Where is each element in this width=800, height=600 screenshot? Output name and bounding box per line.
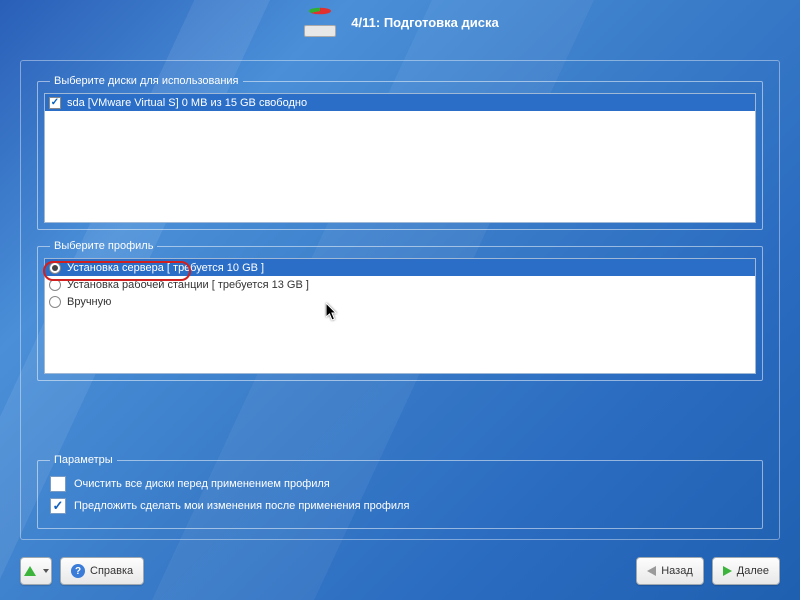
disks-fieldset: Выберите диски для использования sda [VM…: [37, 75, 763, 230]
help-button[interactable]: ? Справка: [60, 557, 144, 585]
next-label: Далее: [737, 565, 769, 577]
wizard-footer: ? Справка Назад Далее: [20, 554, 780, 588]
arrow-left-icon: [647, 566, 656, 576]
profile-row[interactable]: Вручную: [45, 293, 755, 310]
chevron-down-icon: [43, 569, 49, 573]
profile-radio[interactable]: [49, 296, 61, 308]
disk-label: sda [VMware Virtual S] 0 MB из 15 GB сво…: [67, 97, 307, 109]
profile-radio[interactable]: [49, 262, 61, 274]
back-label: Назад: [661, 565, 693, 577]
menu-button[interactable]: [20, 557, 52, 585]
param-label: Очистить все диски перед применением про…: [74, 478, 330, 490]
param-row[interactable]: Очистить все диски перед применением про…: [50, 476, 750, 492]
param-label: Предложить сделать мои изменения после п…: [74, 500, 409, 512]
profile-label: Установка рабочей станции [ требуется 13…: [67, 279, 309, 291]
wizard-header: 4/11: Подготовка диска: [0, 0, 800, 44]
params-fieldset: Параметры Очистить все диски перед приме…: [37, 454, 763, 529]
back-button[interactable]: Назад: [636, 557, 704, 585]
profile-row[interactable]: Установка сервера [ требуется 10 GB ]: [45, 259, 755, 276]
profiles-fieldset: Выберите профиль Установка сервера [ тре…: [37, 240, 763, 381]
profiles-listbox[interactable]: Установка сервера [ требуется 10 GB ] Ус…: [44, 258, 756, 374]
arrow-right-icon: [723, 566, 732, 576]
profile-label: Вручную: [67, 296, 111, 308]
profile-row[interactable]: Установка рабочей станции [ требуется 13…: [45, 276, 755, 293]
page-title: 4/11: Подготовка диска: [351, 15, 498, 30]
disk-pie-icon: [301, 7, 341, 37]
help-label: Справка: [90, 565, 133, 577]
disks-legend: Выберите диски для использования: [50, 75, 243, 87]
next-button[interactable]: Далее: [712, 557, 780, 585]
param-row[interactable]: Предложить сделать мои изменения после п…: [50, 498, 750, 514]
main-panel: Выберите диски для использования sda [VM…: [20, 60, 780, 540]
help-icon: ?: [71, 564, 85, 578]
disk-checkbox[interactable]: [49, 97, 61, 109]
profile-label: Установка сервера [ требуется 10 GB ]: [67, 262, 264, 274]
params-legend: Параметры: [50, 454, 117, 466]
disks-listbox[interactable]: sda [VMware Virtual S] 0 MB из 15 GB сво…: [44, 93, 756, 223]
param-checkbox[interactable]: [50, 498, 66, 514]
param-checkbox[interactable]: [50, 476, 66, 492]
arrow-up-icon: [24, 566, 36, 576]
profiles-legend: Выберите профиль: [50, 240, 157, 252]
disk-row[interactable]: sda [VMware Virtual S] 0 MB из 15 GB сво…: [45, 94, 755, 111]
profile-radio[interactable]: [49, 279, 61, 291]
